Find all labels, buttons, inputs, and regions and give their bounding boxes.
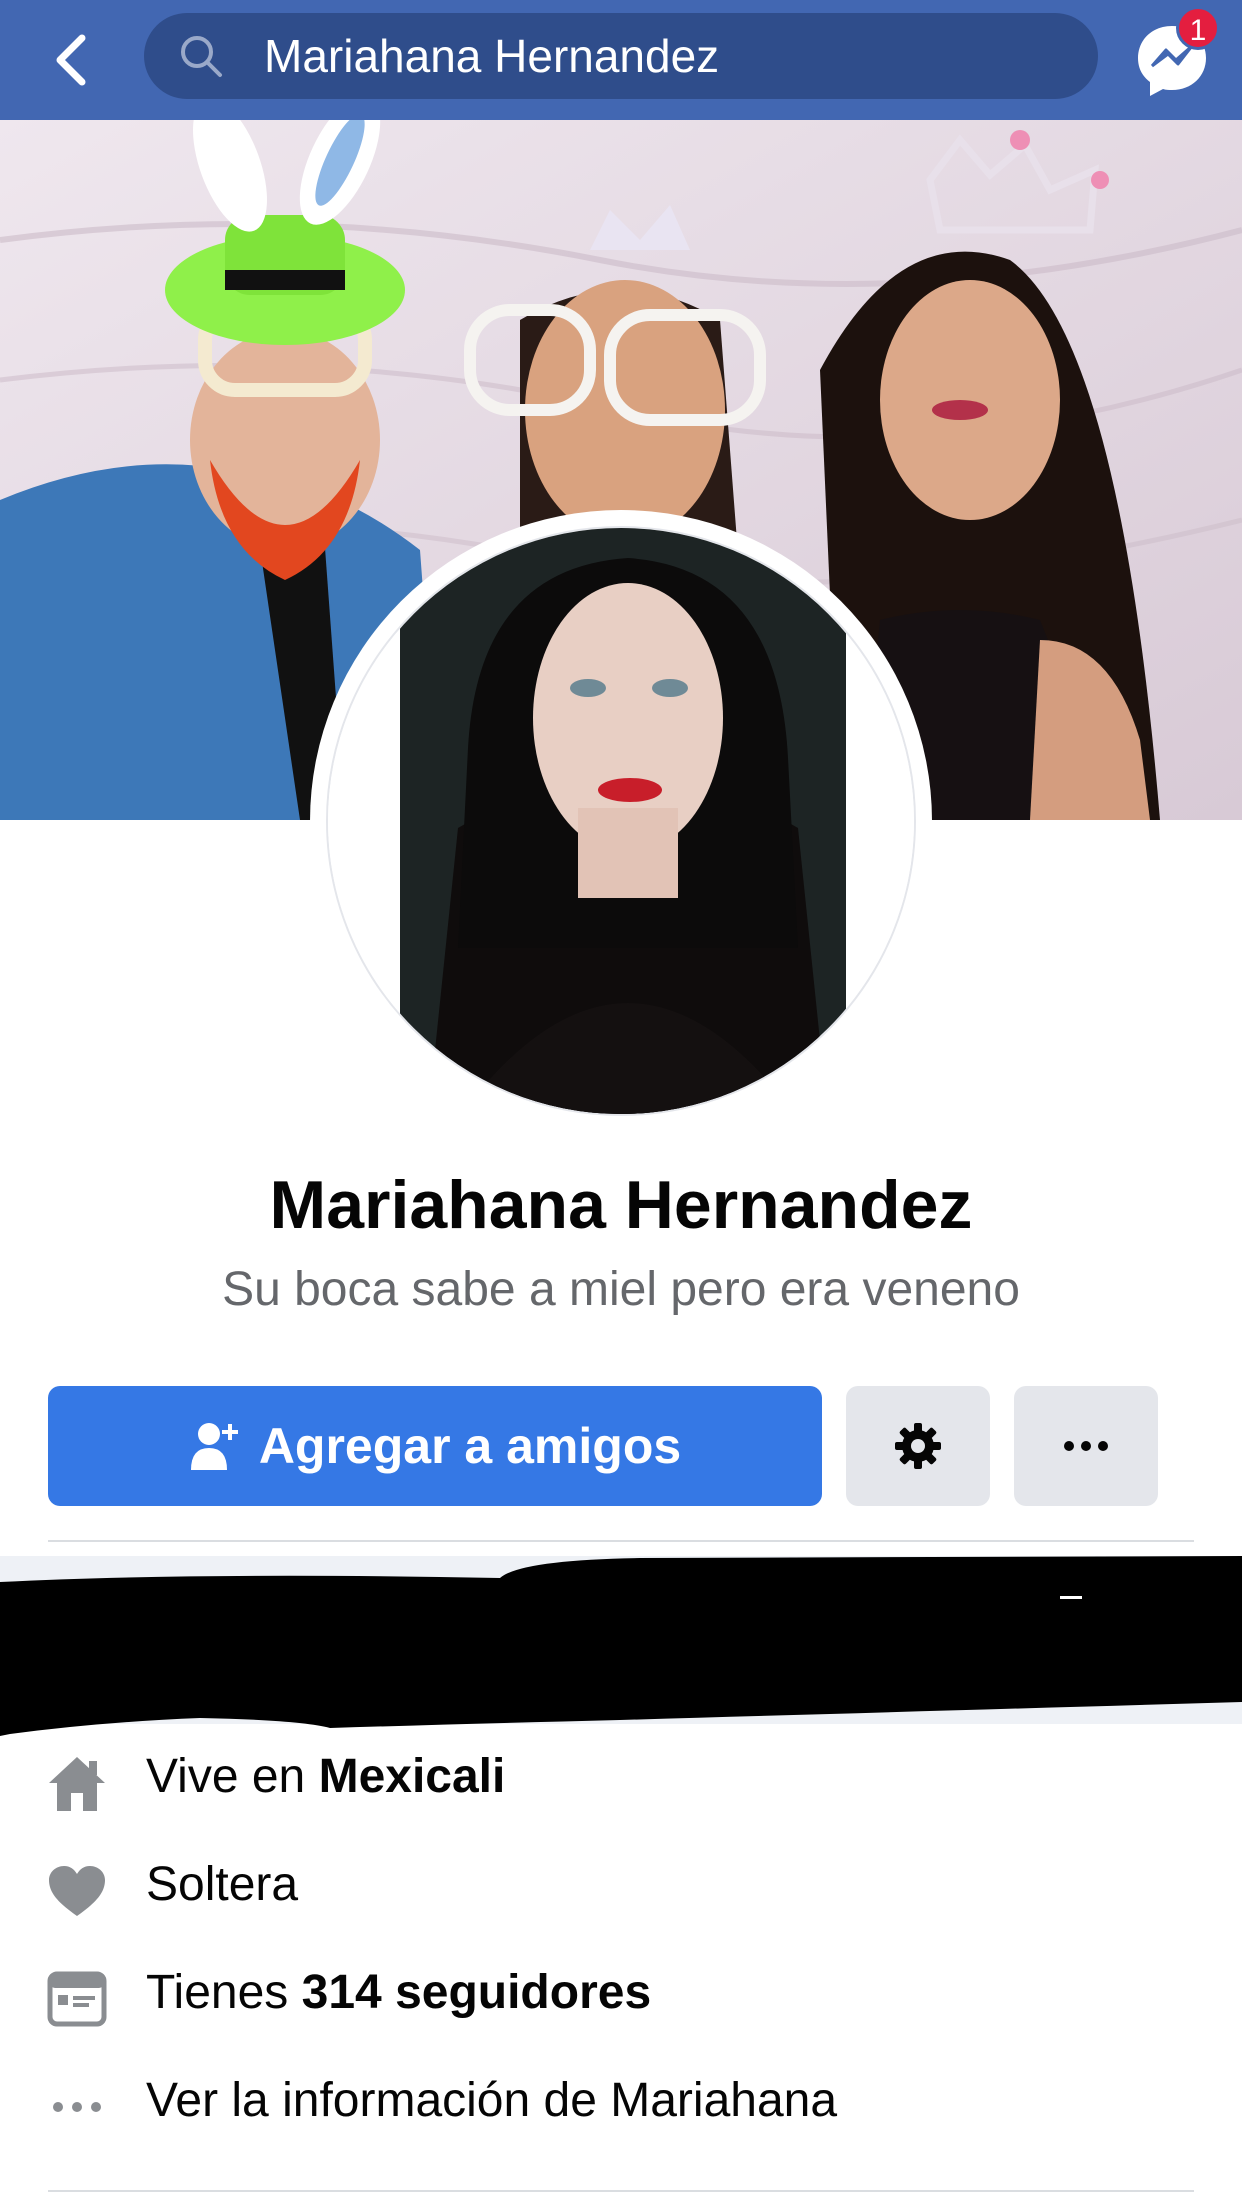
section-divider-bottom <box>48 2190 1194 2192</box>
lives-in-city[interactable]: Mexicali <box>319 1750 506 1803</box>
intro-followers: Tienes 314 seguidores <box>0 1948 1242 2038</box>
redaction-scribble <box>0 1556 1242 1736</box>
see-about-info-link[interactable]: Ver la información de Mariahana <box>0 2056 1242 2146</box>
gear-icon <box>895 1423 941 1469</box>
add-friend-button[interactable]: Agregar a amigos <box>48 1386 822 1506</box>
followers-icon <box>46 1968 108 2030</box>
settings-button[interactable] <box>846 1386 990 1506</box>
intro-relationship: Soltera <box>0 1840 1242 1930</box>
profile-name: Mariahana Hernandez <box>269 1167 973 1243</box>
back-button[interactable] <box>40 22 100 98</box>
more-options-button[interactable] <box>1014 1386 1158 1506</box>
add-friend-label: Agregar a amigos <box>258 1418 682 1474</box>
see-about-text: Ver la información de Mariahana <box>146 2074 838 2127</box>
relationship-text: Soltera <box>146 1858 299 1911</box>
followers-count: 314 seguidores <box>301 1966 652 2019</box>
followers-text: Tienes 314 seguidores <box>146 1948 651 2038</box>
profile-picture-image <box>328 528 914 1114</box>
lives-in-prefix: Vive en <box>146 1750 306 1803</box>
search-icon <box>181 36 222 77</box>
heart-icon <box>46 1860 108 1922</box>
intro-lives-in: Vive en Mexicali <box>0 1732 1242 1822</box>
search-query-text: Mariahana Hernandez <box>264 30 720 82</box>
home-icon <box>46 1752 108 1814</box>
search-input[interactable]: Mariahana Hernandez <box>144 13 1098 99</box>
top-nav-bar: Mariahana Hernandez 1 <box>0 0 1242 120</box>
followers-prefix: Tienes <box>146 1966 289 2019</box>
messenger-notification-badge: 1 <box>1176 6 1220 50</box>
ellipsis-icon <box>46 2076 108 2138</box>
more-dots-icon <box>1064 1441 1108 1451</box>
profile-picture[interactable] <box>326 526 916 1116</box>
profile-bio: Su boca sabe a miel pero era veneno <box>222 1263 1020 1316</box>
intro-lives-in-text: Vive en Mexicali <box>146 1732 505 1822</box>
section-divider <box>48 1540 1194 1542</box>
add-person-icon <box>190 1423 238 1470</box>
back-arrow-icon <box>56 34 86 86</box>
